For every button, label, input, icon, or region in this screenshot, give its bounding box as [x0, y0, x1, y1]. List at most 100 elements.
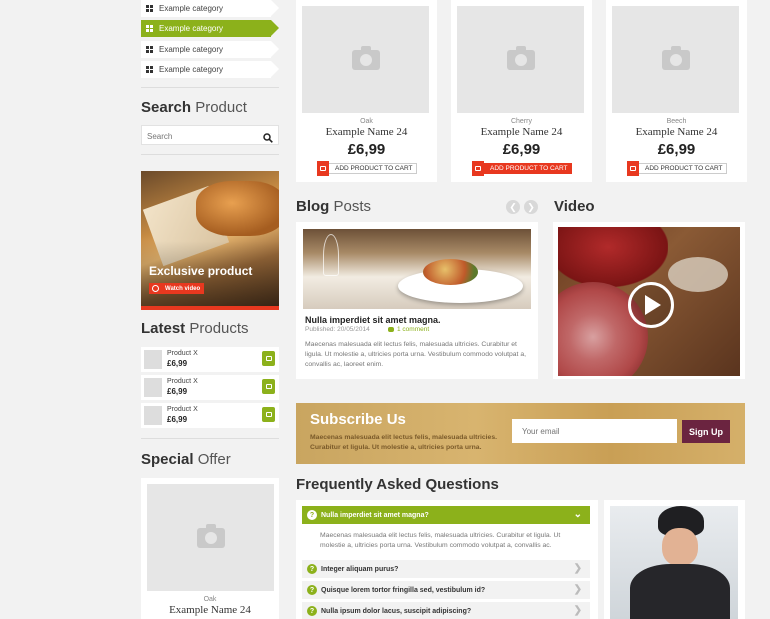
sidebar-category-3[interactable]: Example category: [141, 41, 279, 58]
chef-face: [662, 528, 698, 566]
sign-up-button[interactable]: Sign Up: [682, 420, 730, 443]
grid-icon: [146, 46, 153, 53]
search-heading: Search Product: [141, 99, 247, 116]
heading-bold: Video: [554, 198, 595, 215]
comments-label: 1 comment: [397, 326, 430, 333]
sidebar-category-1[interactable]: Example category: [141, 0, 279, 17]
product-card[interactable]: Oak Example Name 24 £6,99 ADD PRODUCT TO…: [296, 0, 437, 182]
add-to-cart-button[interactable]: ADD PRODUCT TO CART: [472, 161, 572, 176]
chevron-left-icon: ❮: [509, 201, 517, 212]
chef-photo: [610, 506, 738, 619]
add-to-cart-label: ADD PRODUCT TO CART: [490, 165, 568, 172]
video-player[interactable]: [558, 227, 740, 376]
category-label: Example category: [159, 4, 224, 13]
product-type: Cherry: [510, 118, 532, 125]
product-type: Oak: [203, 596, 217, 603]
sidebar-category-2[interactable]: Example category: [141, 20, 279, 37]
product-price: £6,99: [347, 141, 386, 158]
product-thumbnail: [144, 406, 162, 425]
product-name: Example Name 24: [325, 126, 408, 138]
video-card: [553, 222, 745, 379]
product-thumbnail: [144, 350, 162, 369]
product-price: £6,99: [167, 359, 188, 368]
product-name: Example Name 24: [169, 604, 251, 616]
special-heading: Special Offer: [141, 451, 231, 468]
product-name: Product X: [167, 406, 198, 413]
page: { "sidebar": { "categories": [ {"label":…: [0, 0, 770, 619]
heading-bold: Search: [141, 99, 192, 116]
latest-product-item[interactable]: Product X £6,99: [141, 403, 279, 428]
watch-video-label: Watch video: [165, 285, 201, 292]
product-type: Oak: [360, 118, 373, 125]
faq-question: Nulla ipsum dolor lacus, suscipit adipis…: [321, 607, 472, 615]
blog-post-card[interactable]: Nulla imperdiet sit amet magna. Publishe…: [296, 222, 538, 379]
latest-product-item[interactable]: Product X £6,99: [141, 347, 279, 372]
heading-bold: Frequently Asked Questions: [296, 476, 499, 493]
bread-image: [196, 181, 279, 236]
subscribe-title: Subscribe Us: [310, 411, 406, 428]
faq-item[interactable]: ? Integer aliquam purus? ❯: [302, 560, 590, 578]
sidebar-category-4[interactable]: Example category: [141, 61, 279, 78]
product-price: £6,99: [167, 415, 188, 424]
question-icon: ?: [307, 510, 317, 520]
product-image: [457, 6, 584, 113]
product-thumbnail: [144, 378, 162, 397]
search-box: [141, 125, 279, 146]
product-image: [612, 6, 739, 113]
exclusive-banner[interactable]: Exclusive product Watch video: [141, 171, 279, 310]
heading-light: Offer: [197, 451, 231, 468]
product-price: £6,99: [167, 387, 188, 396]
heading-light: Products: [189, 320, 249, 337]
product-type: Beech: [666, 118, 687, 125]
play-button[interactable]: [628, 282, 674, 328]
divider: [141, 154, 279, 155]
product-price: £6,99: [502, 141, 541, 158]
cart-icon[interactable]: [262, 351, 275, 366]
faq-item[interactable]: ? Nulla ipsum dolor lacus, suscipit adipi…: [302, 602, 590, 619]
product-image: [302, 6, 429, 113]
video-heading: Video: [554, 198, 595, 215]
add-to-cart-button[interactable]: ADD PRODUCT TO CART: [317, 161, 417, 176]
cart-icon[interactable]: [262, 407, 275, 422]
blog-comments-link[interactable]: 1 comment: [388, 326, 429, 333]
salami-slice: [558, 227, 668, 287]
category-label: Example category: [159, 45, 224, 54]
faq-answer: Maecenas malesuada elit lectus felis, ma…: [320, 532, 561, 549]
add-to-cart-button[interactable]: ADD PRODUCT TO CART: [627, 161, 727, 176]
food: [423, 259, 478, 285]
subscribe-banner: Subscribe Us Maecenas malesuada elit lec…: [296, 403, 745, 464]
latest-product-item[interactable]: Product X £6,99: [141, 375, 279, 400]
heading-bold: Blog: [296, 198, 330, 215]
watch-video-button[interactable]: Watch video: [149, 283, 205, 294]
product-card[interactable]: Beech Example Name 24 £6,99 ADD PRODUCT …: [606, 0, 747, 182]
blog-post-image: [303, 229, 531, 309]
grid-icon: [146, 5, 153, 12]
faq-question: Nulla imperdiet sit amet magna?: [321, 511, 429, 519]
special-offer-card[interactable]: Oak Example Name 24: [141, 478, 279, 619]
blog-post-title[interactable]: Nulla imperdiet sit amet magna.: [305, 315, 441, 325]
chevron-down-icon: ⌄: [573, 509, 582, 520]
grid-icon: [146, 66, 153, 73]
subscribe-text: Maecenas malesuada elit lectus felis, ma…: [310, 434, 498, 451]
wine-glass: [323, 234, 339, 276]
faq-item-open[interactable]: ? Nulla imperdiet sit amet magna? ⌄: [302, 506, 590, 524]
play-icon: [645, 295, 661, 315]
question-icon: ?: [307, 564, 317, 574]
search-icon[interactable]: [263, 130, 273, 143]
cart-icon[interactable]: [262, 379, 275, 394]
question-icon: ?: [307, 585, 317, 595]
product-card[interactable]: Cherry Example Name 24 £6,99 ADD PRODUCT…: [451, 0, 592, 182]
chef-photo-card: [604, 500, 745, 619]
cart-icon: [472, 161, 484, 176]
cart-icon: [317, 161, 329, 176]
blog-prev-button[interactable]: ❮: [506, 200, 520, 214]
grid-icon: [146, 25, 153, 32]
banner-title: Exclusive product: [149, 264, 253, 278]
heading-light: Posts: [333, 198, 372, 215]
search-input[interactable]: [142, 127, 252, 146]
faq-item[interactable]: ? Quisque lorem tortor fringilla sed, ves…: [302, 581, 590, 599]
heading-bold: Latest: [141, 320, 186, 337]
email-input[interactable]: [512, 419, 677, 443]
blog-next-button[interactable]: ❯: [524, 200, 538, 214]
product-name: Product X: [167, 350, 198, 357]
